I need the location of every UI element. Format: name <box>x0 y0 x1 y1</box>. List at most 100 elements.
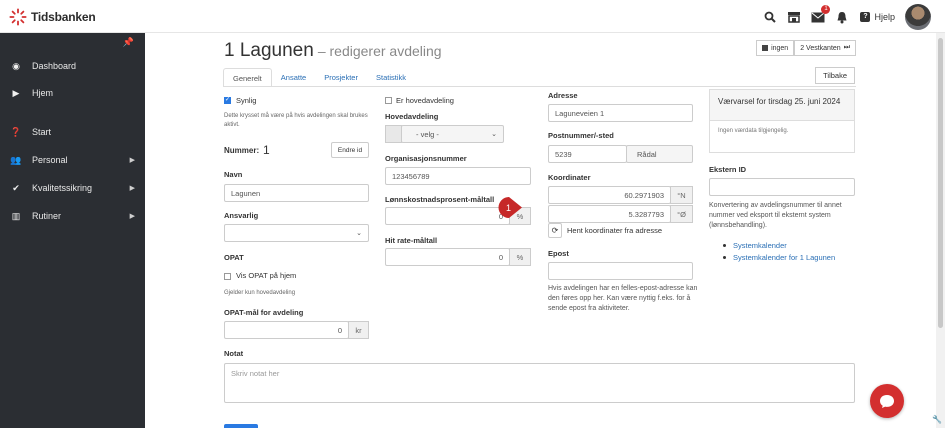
orgnr-input[interactable]: 123456789 <box>385 167 531 185</box>
nummer-label: Nummer: <box>224 146 260 155</box>
refresh-coordinates-button[interactable]: ⟳ <box>548 223 562 238</box>
dashboard-icon: ◉ <box>12 60 20 71</box>
ekstern-id-help: Konvertering av avdelingsnummer til anne… <box>709 202 842 229</box>
sidebar-item-hjem[interactable]: ▶ Hjem <box>10 85 137 101</box>
chat-button[interactable] <box>870 384 904 418</box>
sidebar-item-kvalitetssikring[interactable]: ✔ Kvalitetssikring ▶ <box>10 180 137 196</box>
er-hovedavdeling-checkbox[interactable] <box>385 97 392 104</box>
navn-label: Navn <box>224 170 243 179</box>
epost-help: Hvis avdelingen har en felles-epost-adre… <box>548 285 698 312</box>
opat-mal-label: OPAT-mål for avdeling <box>224 308 304 317</box>
mail-icon[interactable]: 1 <box>810 5 831 25</box>
hovedavdeling-addon <box>385 125 402 143</box>
koordinater-label: Koordinater <box>548 173 591 182</box>
prev-department-label: ingen <box>771 44 789 52</box>
prev-department-button[interactable]: ingen <box>756 40 795 56</box>
ekstern-id-label: Ekstern ID <box>709 165 747 174</box>
hovedavdeling-label: Hovedavdeling <box>385 112 439 121</box>
help-label: Hjelp <box>874 12 895 22</box>
postnr-label: Postnummer/-sted <box>548 131 614 140</box>
tab-divider <box>223 86 856 87</box>
ansvarlig-label: Ansvarlig <box>224 211 259 220</box>
koordinat-n-input[interactable]: 60.2971903 <box>548 186 671 204</box>
users-icon: 👥 <box>10 154 22 165</box>
opat-mal-input[interactable]: 0 <box>224 321 349 339</box>
systemkalender-link[interactable]: Systemkalender <box>720 240 835 252</box>
adresse-label: Adresse <box>548 91 578 100</box>
save-button[interactable] <box>224 424 258 428</box>
sidebar-item-label: Start <box>32 127 52 137</box>
tab-statistikk[interactable]: Statistikk <box>367 68 415 87</box>
tab-prosjekter[interactable]: Prosjekter <box>315 68 367 87</box>
question-icon: ❓ <box>10 126 22 137</box>
tab-generelt[interactable]: Generelt <box>223 68 272 87</box>
weather-panel: Værvarsel for tirsdag 25. juni 2024 Inge… <box>709 89 855 153</box>
weather-title: Værvarsel for tirsdag 25. juni 2024 <box>710 90 854 121</box>
sidebar-item-personal[interactable]: 👥 Personal ▶ <box>10 152 137 168</box>
store-icon[interactable] <box>786 9 802 25</box>
sidebar-item-rutiner[interactable]: ▥ Rutiner ▶ <box>10 208 137 224</box>
koordinat-n-unit: °N <box>670 186 693 204</box>
notat-textarea[interactable]: Skriv notat her <box>224 363 855 403</box>
search-icon[interactable] <box>762 9 778 25</box>
top-bar: Tidsbanken 1 ? Hjelp <box>0 0 945 33</box>
koordinat-o-unit: °Ø <box>670 205 693 223</box>
adresse-input[interactable]: Laguneveien 1 <box>548 104 693 122</box>
back-button[interactable]: Tilbake <box>815 67 855 84</box>
bell-icon[interactable] <box>834 9 850 25</box>
sidebar-item-label: Dashboard <box>32 61 77 71</box>
epost-input[interactable] <box>548 262 693 280</box>
scrollbar-thumb[interactable] <box>938 38 943 328</box>
step-marker-number: 1 <box>506 203 511 213</box>
main-content: 1 Lagunen – redigerer avdeling ingen 2 Ve… <box>145 33 936 428</box>
tab-bar: Generelt Ansatte Prosjekter Statistikk <box>223 68 415 87</box>
chart-icon: ▥ <box>11 210 21 221</box>
koordinat-o-input[interactable]: 5.3287793 <box>548 205 671 223</box>
pin-icon[interactable]: 📌 <box>123 37 134 48</box>
lonn-label: Lønnskostnadsprosent-måltall <box>385 195 495 204</box>
sidebar-item-start[interactable]: ❓ Start <box>10 124 137 140</box>
sidebar-item-dashboard[interactable]: ◉ Dashboard <box>10 58 137 74</box>
tab-ansatte[interactable]: Ansatte <box>272 68 315 87</box>
caret-right-icon: ▶ <box>129 185 135 192</box>
synlig-checkbox[interactable] <box>224 96 231 104</box>
stop-icon <box>762 45 769 51</box>
ekstern-id-input[interactable] <box>709 178 855 196</box>
page-title: 1 Lagunen – redigerer avdeling <box>224 40 442 62</box>
next-department-label: 2 Vestkanten <box>800 44 841 52</box>
tidsbanken-logo-icon <box>9 8 27 26</box>
weather-body: Ingen værdata tilgjengelig. <box>718 128 789 134</box>
hitrate-input[interactable]: 0 <box>385 248 510 266</box>
next-department-button[interactable]: 2 Vestkanten ⏭ <box>794 40 856 56</box>
er-hovedavdeling-label: Er hovedavdeling <box>396 96 454 105</box>
postnr-input[interactable]: 5239 <box>548 145 627 163</box>
chevron-down-icon: ⌄ <box>356 230 362 237</box>
orgnr-label: Organisasjonsnummer <box>385 154 467 163</box>
lonn-input[interactable]: 0 <box>385 207 510 225</box>
sidebar-item-label: Hjem <box>32 88 54 98</box>
synlig-help: Dette krysset må være på hvis avdelingen… <box>224 113 368 128</box>
opat-mal-unit: kr <box>348 321 369 339</box>
vis-opat-label: Vis OPAT på hjem <box>236 271 297 280</box>
page-subtitle: – redigerer avdeling <box>317 43 442 59</box>
hovedavdeling-select[interactable]: - velg - ⌄ <box>401 125 504 143</box>
vis-opat-checkbox[interactable] <box>224 273 231 280</box>
notification-badge: 1 <box>821 5 831 14</box>
refresh-icon: ⟳ <box>551 226 559 235</box>
logo[interactable]: Tidsbanken <box>9 8 96 26</box>
calendar-links: Systemkalender Systemkalender for 1 Lagu… <box>720 240 835 264</box>
sidebar-item-label: Personal <box>32 155 68 165</box>
help-link[interactable]: ? Hjelp <box>860 12 895 22</box>
avatar[interactable] <box>905 4 931 30</box>
sidebar-item-label: Kvalitetssikring <box>32 183 93 193</box>
endre-id-button[interactable]: Endre id <box>331 142 369 158</box>
scrollbar[interactable]: 🔧 <box>932 33 945 428</box>
systemkalender-lagunen-link[interactable]: Systemkalender for 1 Lagunen <box>720 252 835 264</box>
nummer-value: 1 <box>263 143 270 157</box>
wrench-icon[interactable]: 🔧 <box>931 414 943 426</box>
play-icon: ▶ <box>12 87 20 98</box>
ansvarlig-select[interactable]: ⌄ <box>224 224 369 242</box>
navn-input[interactable]: Lagunen <box>224 184 369 202</box>
epost-label: Epost <box>548 249 569 258</box>
next-icon: ⏭ <box>843 44 850 51</box>
